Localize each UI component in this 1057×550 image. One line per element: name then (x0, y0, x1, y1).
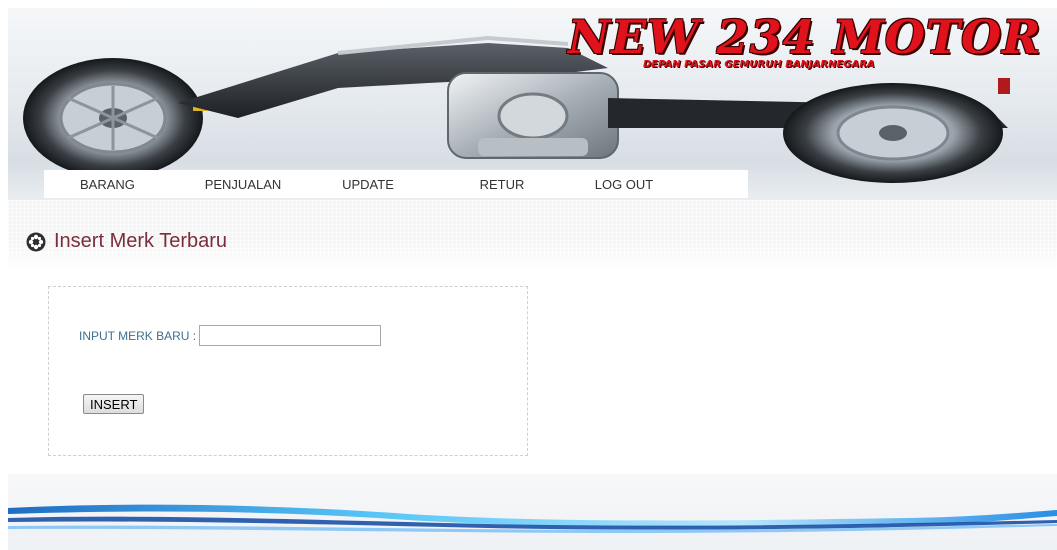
logo-title: NEW 234 MOTOR (568, 10, 1042, 64)
merk-input[interactable] (199, 325, 382, 346)
gear-icon (26, 232, 46, 251)
nav-item-update[interactable]: UPDATE (340, 177, 396, 192)
page: NEW 234 MOTOR DEPAN PASAR GEMURUH BANJAR… (0, 0, 1057, 550)
merk-field-label: INPUT MERK BARU : (79, 328, 197, 343)
nav-item-retur[interactable]: RETUR (479, 177, 525, 192)
logo-subtitle: DEPAN PASAR GEMURUH BANJARNEGARA (643, 59, 875, 70)
nav-item-penjualan[interactable]: PENJUALAN (200, 177, 286, 192)
page-title: Insert Merk Terbaru (54, 230, 228, 252)
merk-field-row: INPUT MERK BARU : (79, 325, 382, 346)
footer-wave-decoration (8, 504, 1057, 533)
insert-button[interactable]: INSERT (83, 394, 145, 414)
nav-item-log-out[interactable]: LOG OUT (593, 177, 655, 192)
page-heading: Insert Merk Terbaru (26, 230, 227, 253)
footer-banner (8, 474, 1057, 550)
insert-merk-form: INPUT MERK BARU : INSERT (48, 286, 528, 456)
main-nav: BARANG PENJUALAN UPDATE RETUR LOG OUT (44, 170, 748, 198)
nav-item-barang[interactable]: BARANG (80, 177, 135, 192)
